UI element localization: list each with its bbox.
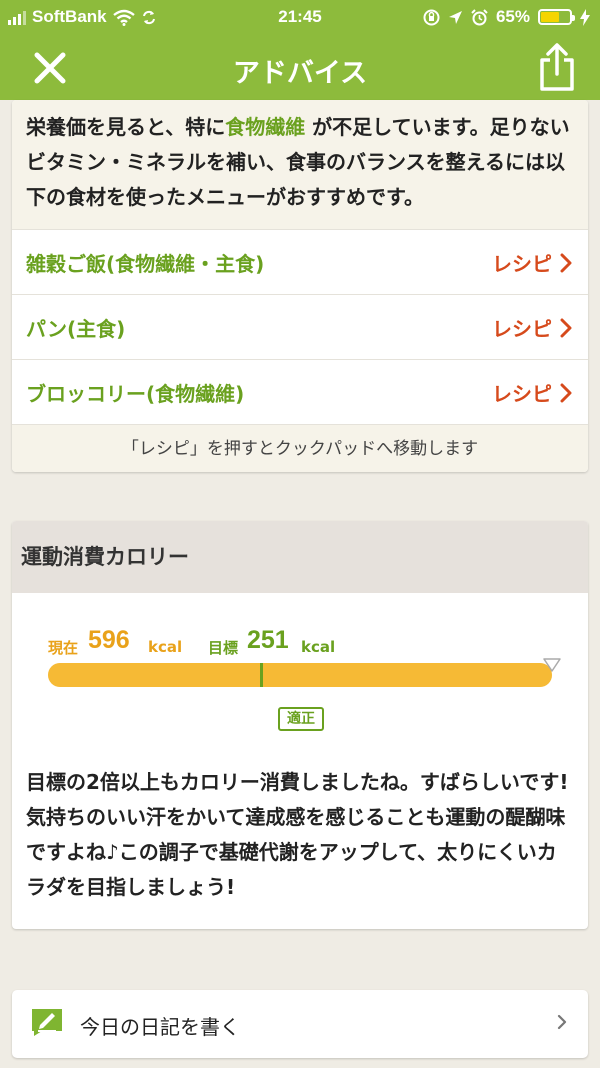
calorie-section-title: 運動消費カロリー bbox=[12, 521, 588, 593]
calorie-progress-fill bbox=[48, 663, 552, 687]
advice-text: 栄養価を見ると、特に食物繊維 が不足しています。足りないビタミン・ミネラルを補い… bbox=[12, 100, 588, 229]
current-unit: kcal bbox=[148, 638, 183, 656]
recipe-link-label: レシピ bbox=[492, 317, 552, 341]
advice-text-before: 栄養価を見ると、特に bbox=[26, 115, 226, 139]
rotation-lock-icon bbox=[423, 9, 440, 25]
recipe-note: 「レシピ」を押すとクックパッドへ移動します bbox=[12, 424, 588, 472]
battery-icon bbox=[538, 9, 575, 25]
recipe-name: 雑穀ご飯(食物繊維・主食) bbox=[26, 251, 265, 276]
calorie-message-line: 目標の2倍以上もカロリー消費しましたね。すばらしいです! bbox=[26, 770, 569, 794]
recipe-link[interactable]: レシピ bbox=[492, 295, 572, 360]
recipe-link[interactable]: レシピ bbox=[492, 360, 572, 425]
status-badge: 適正 bbox=[278, 707, 324, 731]
advice-card: 栄養価を見ると、特に食物繊維 が不足しています。足りないビタミン・ミネラルを補い… bbox=[12, 100, 588, 472]
write-diary-button[interactable]: 今日の日記を書く bbox=[12, 990, 588, 1058]
location-icon bbox=[448, 10, 462, 24]
calorie-card: 運動消費カロリー 現在 596 kcal 目標 251 kcal 適正 目標の2… bbox=[12, 521, 588, 929]
recipe-row[interactable]: パン(主食) レシピ bbox=[12, 294, 588, 359]
calorie-progress-bar bbox=[48, 663, 552, 687]
bar-end-marker-icon bbox=[543, 658, 561, 672]
recipe-row[interactable]: ブロッコリー(食物繊維) レシピ bbox=[12, 359, 588, 424]
chevron-right-icon bbox=[560, 383, 572, 402]
chevron-right-icon bbox=[560, 318, 572, 337]
target-unit: kcal bbox=[301, 638, 336, 656]
status-bar: SoftBank 21:45 65% bbox=[0, 0, 600, 34]
share-icon[interactable] bbox=[536, 42, 578, 92]
chevron-right-icon bbox=[560, 253, 572, 272]
pencil-note-icon bbox=[32, 1009, 62, 1036]
target-value: 251 bbox=[247, 626, 289, 654]
recipe-name: パン(主食) bbox=[26, 316, 126, 341]
recipe-link[interactable]: レシピ bbox=[492, 230, 572, 295]
target-label: 目標 bbox=[208, 639, 239, 657]
alarm-icon bbox=[471, 8, 488, 25]
recipe-link-label: レシピ bbox=[492, 382, 552, 406]
recipe-name: ブロッコリー(食物繊維) bbox=[26, 381, 245, 406]
advice-highlight: 食物繊維 bbox=[225, 115, 306, 139]
current-label: 現在 bbox=[48, 639, 79, 657]
calorie-message-line: 気持ちのいい汗をかいて達成感を感じることも運動の醍醐味ですよね♪この調子で基礎代… bbox=[26, 805, 566, 899]
recipe-row[interactable]: 雑穀ご飯(食物繊維・主食) レシピ bbox=[12, 229, 588, 294]
battery-percent: 65% bbox=[495, 7, 530, 26]
current-value: 596 bbox=[88, 626, 130, 654]
calorie-gauge: 現在 596 kcal 目標 251 kcal 適正 bbox=[12, 593, 588, 761]
page-title: アドバイス bbox=[232, 58, 368, 89]
recipe-link-label: レシピ bbox=[492, 252, 552, 276]
target-marker bbox=[259, 663, 263, 687]
chevron-right-icon bbox=[557, 1014, 567, 1030]
status-right: 65% bbox=[423, 7, 590, 27]
charging-icon bbox=[580, 8, 590, 26]
write-diary-label: 今日の日記を書く bbox=[80, 1015, 240, 1039]
nav-bar: アドバイス bbox=[0, 34, 600, 100]
calorie-message: 目標の2倍以上もカロリー消費しましたね。すばらしいです! 気持ちのいい汗をかいて達… bbox=[12, 761, 588, 929]
